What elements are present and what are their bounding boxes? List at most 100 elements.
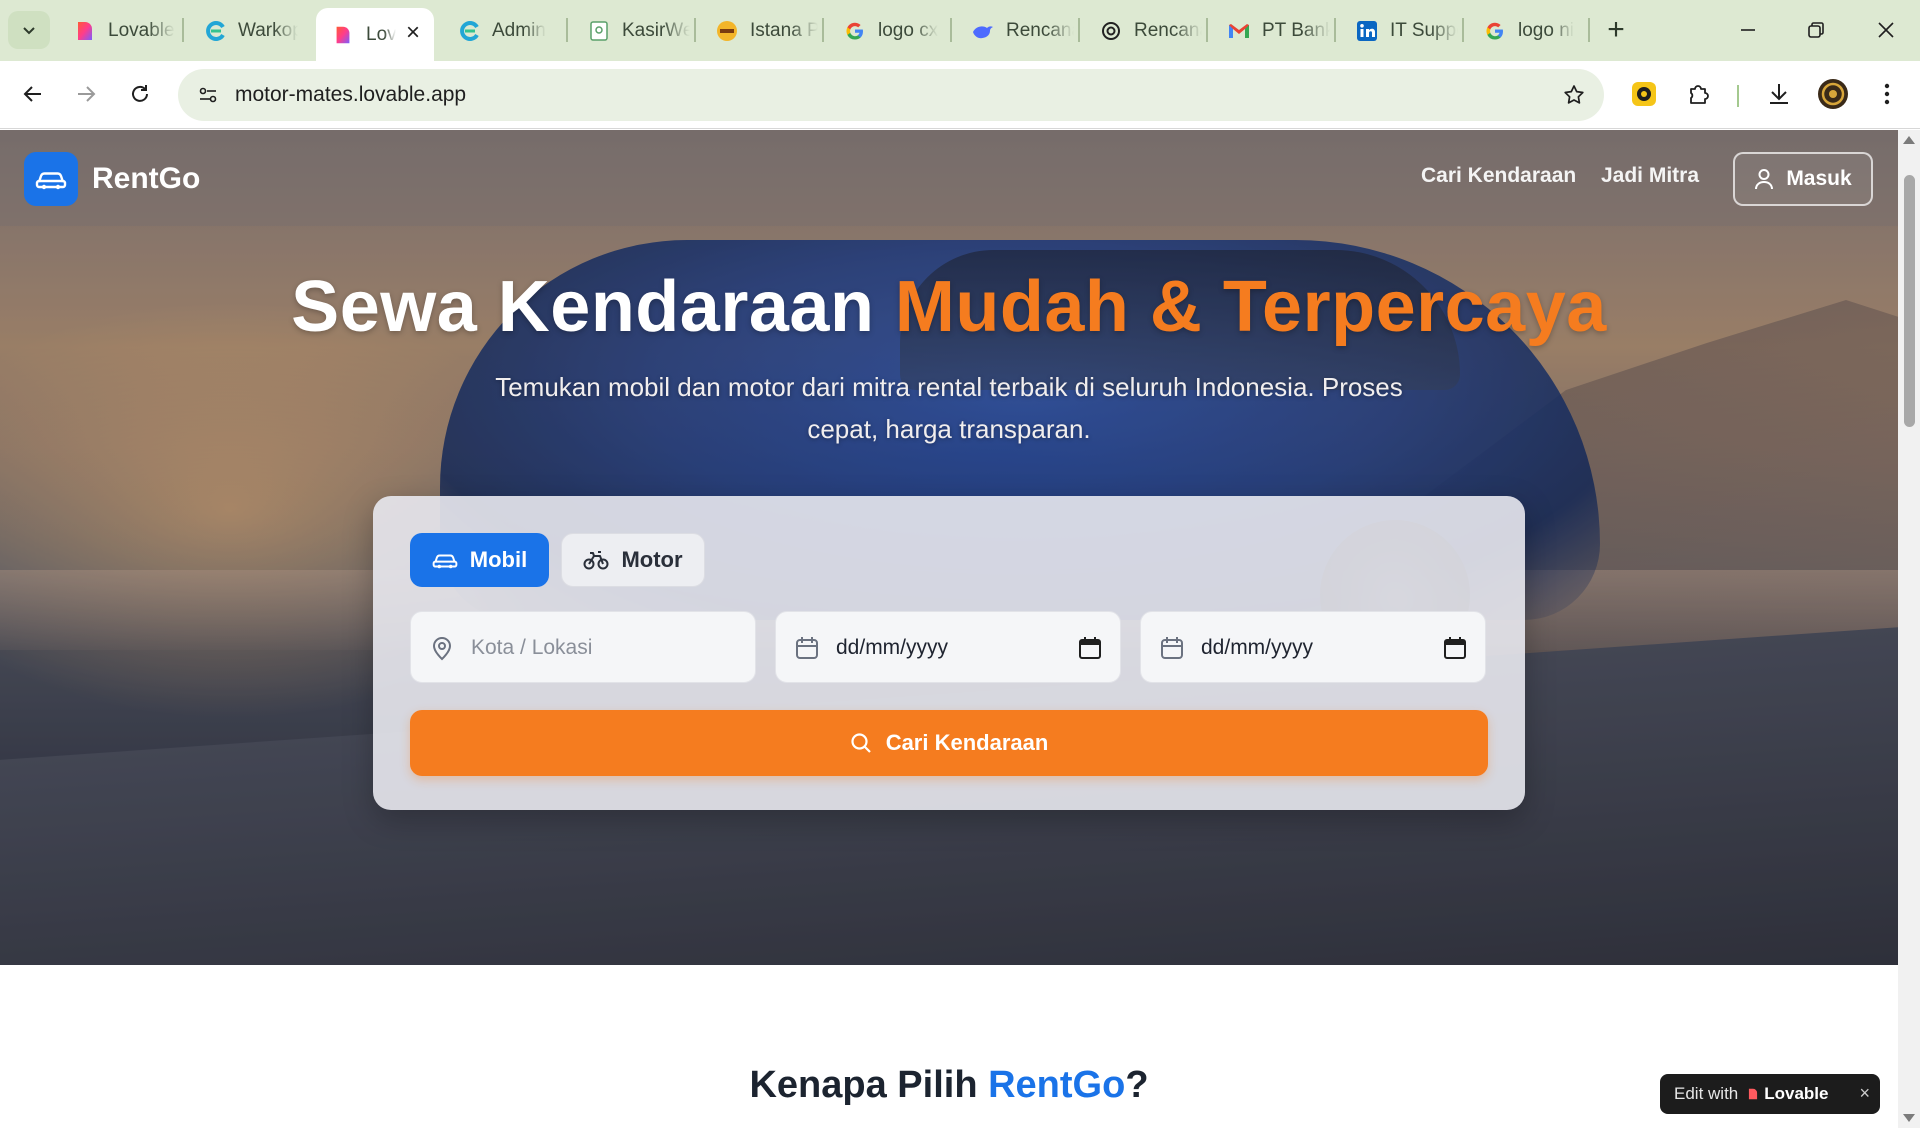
forward-button[interactable] bbox=[65, 73, 107, 115]
vehicle-type-motor-button[interactable]: Motor bbox=[561, 533, 705, 587]
tab-separator bbox=[1462, 18, 1464, 42]
scroll-down-arrow-icon[interactable] bbox=[1903, 1114, 1915, 1122]
bookmark-star-icon[interactable] bbox=[1556, 77, 1592, 113]
browser-tab[interactable]: Rencana bbox=[956, 9, 1074, 53]
vehicle-type-car-label: Mobil bbox=[469, 547, 528, 572]
istana-logo-icon bbox=[714, 18, 740, 44]
car-logo-icon bbox=[24, 152, 78, 206]
browser-tab[interactable]: KasirWeb bbox=[572, 9, 690, 53]
search-button-label: Cari Kendaraan bbox=[885, 730, 1049, 755]
browser-menu-button[interactable] bbox=[1866, 73, 1908, 115]
search-vehicles-button[interactable]: Cari Kendaraan bbox=[410, 710, 1488, 776]
browser-toolbar: motor-mates.lovable.app bbox=[0, 61, 1920, 129]
badge-close-icon[interactable]: × bbox=[1859, 1083, 1870, 1104]
minimize-button[interactable] bbox=[1718, 8, 1778, 52]
back-button[interactable] bbox=[12, 73, 54, 115]
plus-icon: + bbox=[1607, 13, 1625, 46]
browser-tab[interactable]: logo cx bbox=[828, 9, 946, 53]
curved-e-icon bbox=[202, 18, 228, 44]
tab-separator bbox=[1588, 18, 1590, 42]
hero-section: RentGo Cari Kendaraan Jadi Mitra Masuk S… bbox=[0, 130, 1898, 965]
why-choose-heading: Kenapa Pilih RentGo? bbox=[0, 1064, 1898, 1107]
brand-logo-link[interactable]: RentGo bbox=[24, 152, 200, 206]
browser-tab[interactable]: Admin bbox=[442, 9, 560, 53]
extensions-puzzle-icon[interactable] bbox=[1678, 73, 1720, 115]
kebab-menu-icon bbox=[1884, 83, 1890, 105]
browser-tab[interactable]: PT Bank bbox=[1212, 9, 1330, 53]
login-button[interactable]: Masuk bbox=[1733, 152, 1873, 206]
restore-icon bbox=[1808, 22, 1824, 38]
site-navbar: RentGo Cari Kendaraan Jadi Mitra Masuk bbox=[0, 130, 1898, 226]
tab-separator bbox=[566, 18, 568, 42]
restore-button[interactable] bbox=[1786, 8, 1846, 52]
openai-icon bbox=[1098, 18, 1124, 44]
url-text: motor-mates.lovable.app bbox=[235, 83, 467, 106]
curved-e-icon bbox=[456, 18, 482, 44]
download-icon[interactable] bbox=[1758, 73, 1800, 115]
tab-separator bbox=[1334, 18, 1336, 42]
address-bar[interactable]: motor-mates.lovable.app bbox=[178, 69, 1604, 121]
page-scrollbar[interactable] bbox=[1898, 130, 1920, 1128]
tab-search-button[interactable] bbox=[8, 11, 50, 49]
car-icon bbox=[432, 554, 458, 569]
hero-subtitle: Temukan mobil dan motor dari mitra renta… bbox=[495, 372, 1403, 444]
tab-title: Rencana bbox=[1006, 20, 1074, 41]
google-icon bbox=[1482, 18, 1508, 44]
why-prefix: Kenapa Pilih bbox=[749, 1064, 989, 1106]
browser-tab[interactable]: logo ni bbox=[1468, 9, 1586, 53]
arrow-left-icon bbox=[23, 86, 41, 102]
tab-title: logo cx bbox=[878, 20, 939, 41]
extension-vpn-icon[interactable] bbox=[1623, 73, 1665, 115]
reload-button[interactable] bbox=[119, 73, 161, 115]
vehicle-search-card: Mobil Motor Kota / Lokasi dd/mm/yyyy dd/… bbox=[373, 496, 1525, 810]
tab-title: Admin bbox=[492, 20, 546, 41]
end-date-value: dd/mm/yyyy bbox=[1201, 636, 1314, 659]
nav-become-partner[interactable]: Jadi Mitra bbox=[1601, 164, 1699, 188]
close-icon bbox=[1878, 22, 1894, 38]
start-date-input[interactable]: dd/mm/yyyy bbox=[775, 611, 1121, 683]
lovable-heart-icon bbox=[1749, 1088, 1758, 1100]
hero-title-main: Sewa Kendaraan bbox=[291, 267, 895, 347]
browser-tab[interactable]: Rencana bbox=[1084, 9, 1202, 53]
chevron-down-icon bbox=[23, 27, 35, 35]
hero-title-accent: Mudah & Terpercaya bbox=[894, 267, 1607, 347]
minimize-icon bbox=[1741, 29, 1755, 31]
date-picker-icon[interactable] bbox=[1078, 636, 1102, 660]
browser-tab[interactable]: Lovable bbox=[58, 9, 176, 53]
google-icon bbox=[842, 18, 868, 44]
lovable-heart-icon bbox=[72, 18, 98, 44]
tab-title: Lovable bbox=[366, 23, 396, 45]
location-input[interactable]: Kota / Lokasi bbox=[410, 611, 756, 683]
tab-separator bbox=[822, 18, 824, 42]
vehicle-type-car-button[interactable]: Mobil bbox=[410, 533, 549, 587]
new-tab-button[interactable]: + bbox=[1598, 12, 1634, 48]
tab-title: Warkop bbox=[238, 20, 298, 41]
browser-tab[interactable]: Warkop bbox=[188, 9, 298, 53]
whale-icon bbox=[970, 18, 996, 44]
close-window-button[interactable] bbox=[1856, 8, 1916, 52]
scroll-up-arrow-icon[interactable] bbox=[1903, 136, 1915, 144]
profile-avatar[interactable] bbox=[1812, 73, 1854, 115]
browser-tab-active[interactable]: Lovable × bbox=[316, 8, 434, 61]
tab-title: Istana P bbox=[750, 20, 818, 41]
tab-separator bbox=[1078, 18, 1080, 42]
calendar-icon bbox=[1161, 637, 1183, 659]
nav-search-vehicles[interactable]: Cari Kendaraan bbox=[1421, 164, 1576, 188]
tab-strip: Lovable Warkop Lovable × Admin KasirWeb … bbox=[0, 0, 1920, 61]
close-tab-icon[interactable]: × bbox=[402, 19, 424, 46]
tab-title: logo ni bbox=[1518, 20, 1574, 41]
browser-tab[interactable]: IT Support bbox=[1340, 9, 1458, 53]
tab-title: PT Bank bbox=[1262, 20, 1330, 41]
toolbar-divider bbox=[1737, 85, 1739, 107]
end-date-input[interactable]: dd/mm/yyyy bbox=[1140, 611, 1486, 683]
date-picker-icon[interactable] bbox=[1443, 636, 1467, 660]
reload-icon bbox=[132, 85, 148, 102]
browser-tab[interactable]: Istana P bbox=[700, 9, 818, 53]
scrollbar-thumb[interactable] bbox=[1904, 175, 1915, 427]
site-info-icon[interactable] bbox=[190, 77, 226, 113]
location-placeholder: Kota / Lokasi bbox=[471, 636, 593, 659]
lovable-heart-icon bbox=[330, 22, 356, 48]
tab-separator bbox=[950, 18, 952, 42]
bike-icon bbox=[583, 551, 609, 570]
edit-with-lovable-badge[interactable]: Edit with Lovable × bbox=[1660, 1074, 1880, 1114]
